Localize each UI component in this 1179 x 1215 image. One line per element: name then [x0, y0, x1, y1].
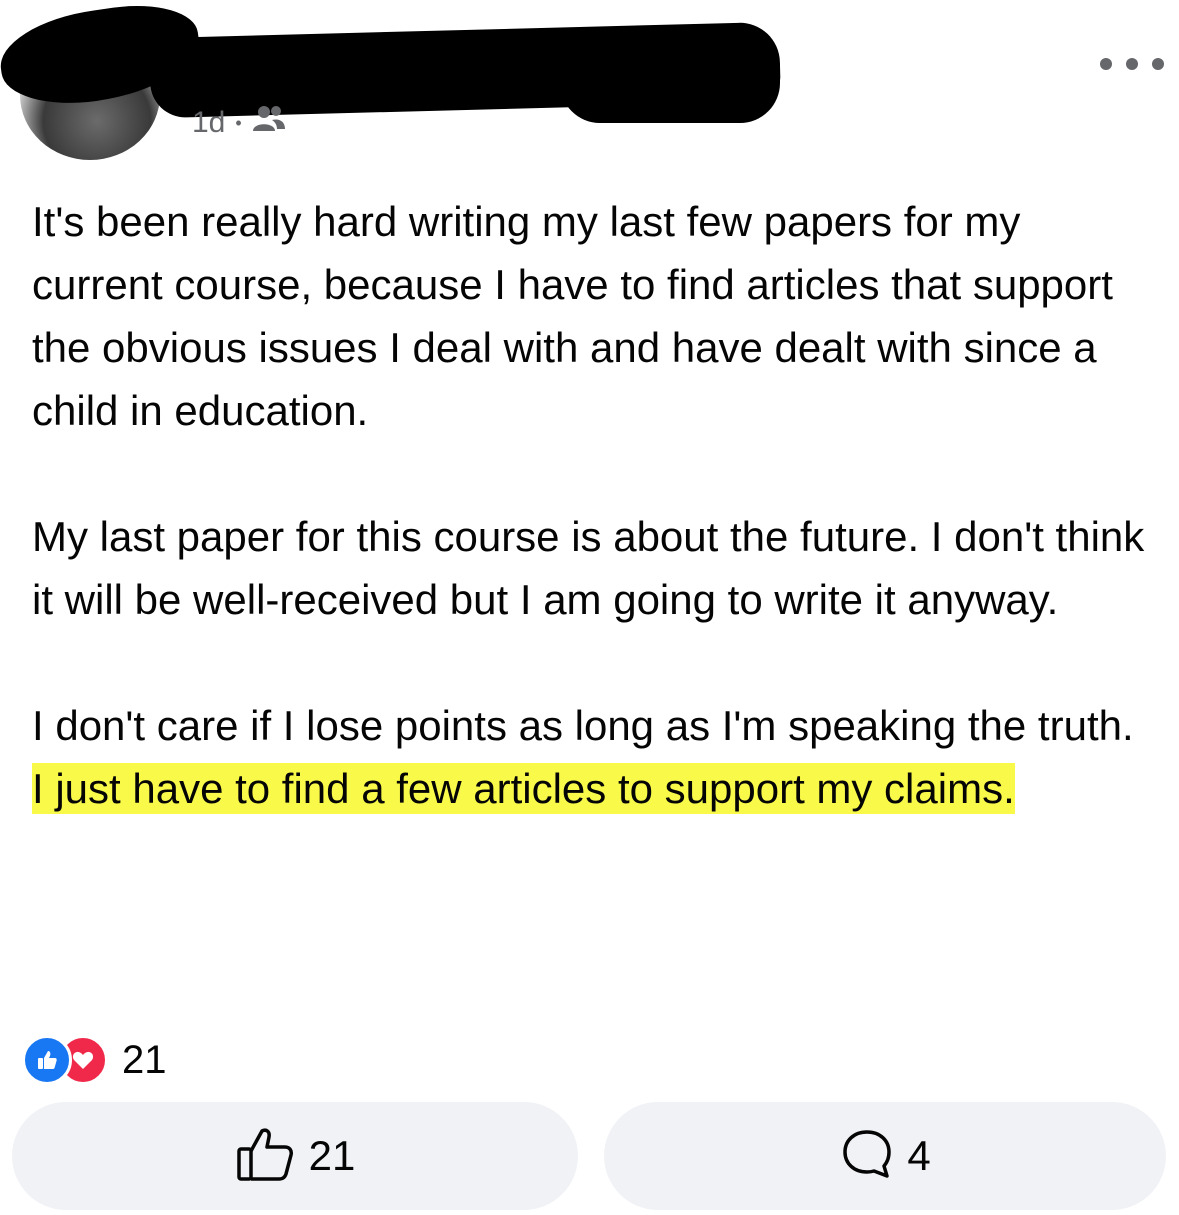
reaction-summary[interactable]: 21 [22, 1035, 167, 1085]
post-paragraph: I don't care if I lose points as long as… [32, 694, 1152, 820]
like-icon [22, 1035, 72, 1085]
like-button[interactable]: 21 [12, 1102, 578, 1210]
more-options-icon[interactable] [1100, 52, 1164, 76]
post-time[interactable]: 1d [192, 106, 225, 140]
highlighted-text: I just have to find a few articles to su… [32, 763, 1015, 814]
redaction-mark [560, 28, 780, 123]
post-paragraph: It's been really hard writing my last fe… [32, 198, 1113, 434]
reaction-count: 21 [122, 1037, 167, 1082]
post-header: 1d • [0, 0, 1179, 170]
thumbs-up-icon [235, 1125, 297, 1188]
like-count: 21 [308, 1132, 356, 1179]
post-text: I don't care if I lose points as long as… [32, 702, 1134, 749]
comment-count: 4 [907, 1132, 931, 1179]
comment-icon [839, 1126, 895, 1187]
meta-separator: • [235, 112, 242, 133]
post-body: It's been really hard writing my last fe… [32, 190, 1152, 820]
comment-button[interactable]: 4 [604, 1102, 1166, 1210]
friends-icon[interactable] [252, 104, 286, 142]
post-paragraph: My last paper for this course is about t… [32, 513, 1145, 623]
post-meta: 1d • [192, 103, 286, 143]
